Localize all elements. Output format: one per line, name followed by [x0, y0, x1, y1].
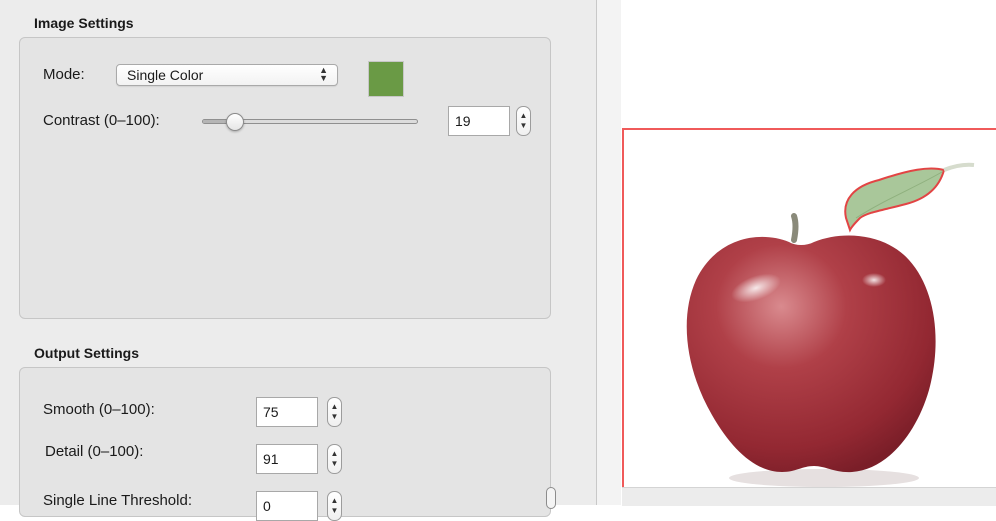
- threshold-field[interactable]: 0: [256, 491, 318, 521]
- contrast-field[interactable]: 19: [448, 106, 510, 136]
- output-settings-group: Smooth (0–100): 75 ▲ ▼ Detail (0–100): 9…: [19, 367, 551, 521]
- image-settings-group: Mode: Single Color ▲ ▼ Contrast (0–100): …: [19, 37, 551, 319]
- smooth-label: Smooth (0–100):: [43, 401, 155, 418]
- contrast-slider-knob[interactable]: [225, 113, 244, 131]
- stepper-down-icon[interactable]: ▼: [328, 460, 341, 468]
- mode-popup-value: Single Color: [127, 67, 204, 83]
- apple-image: [686, 162, 975, 487]
- stepper-up-icon[interactable]: ▲: [517, 112, 530, 120]
- color-swatch[interactable]: [368, 61, 404, 97]
- stepper-up-icon[interactable]: ▲: [328, 497, 341, 505]
- stepper-down-icon[interactable]: ▼: [517, 122, 530, 130]
- contrast-value: 19: [455, 113, 471, 129]
- stepper-down-icon[interactable]: ▼: [328, 507, 341, 515]
- detail-label: Detail (0–100):: [45, 443, 144, 460]
- detail-stepper[interactable]: ▲ ▼: [327, 444, 342, 474]
- mode-popup[interactable]: Single Color ▲ ▼: [116, 64, 338, 86]
- detail-value: 91: [263, 451, 279, 467]
- scroll-handle[interactable]: [546, 487, 556, 509]
- preview-canvas[interactable]: [622, 128, 996, 487]
- contrast-label: Contrast (0–100):: [43, 112, 160, 129]
- contrast-stepper[interactable]: ▲ ▼: [516, 106, 531, 136]
- image-settings-title: Image Settings: [34, 15, 134, 31]
- mode-label: Mode:: [43, 66, 85, 83]
- threshold-value: 0: [263, 498, 271, 514]
- smooth-field[interactable]: 75: [256, 397, 318, 427]
- splitter-gutter: [597, 0, 621, 505]
- threshold-label: Single Line Threshold:: [43, 492, 192, 509]
- output-settings-title: Output Settings: [34, 345, 139, 361]
- detail-field[interactable]: 91: [256, 444, 318, 474]
- threshold-stepper[interactable]: ▲ ▼: [327, 491, 342, 521]
- popup-arrows-icon: ▲ ▼: [319, 65, 328, 83]
- smooth-value: 75: [263, 404, 279, 420]
- stepper-up-icon[interactable]: ▲: [328, 403, 341, 411]
- smooth-stepper[interactable]: ▲ ▼: [327, 397, 342, 427]
- settings-pane: Image Settings Mode: Single Color ▲ ▼ Con…: [0, 0, 596, 521]
- preview-footer: [622, 487, 996, 506]
- stepper-down-icon[interactable]: ▼: [328, 413, 341, 421]
- contrast-slider-fill: [203, 120, 229, 123]
- stepper-up-icon[interactable]: ▲: [328, 450, 341, 458]
